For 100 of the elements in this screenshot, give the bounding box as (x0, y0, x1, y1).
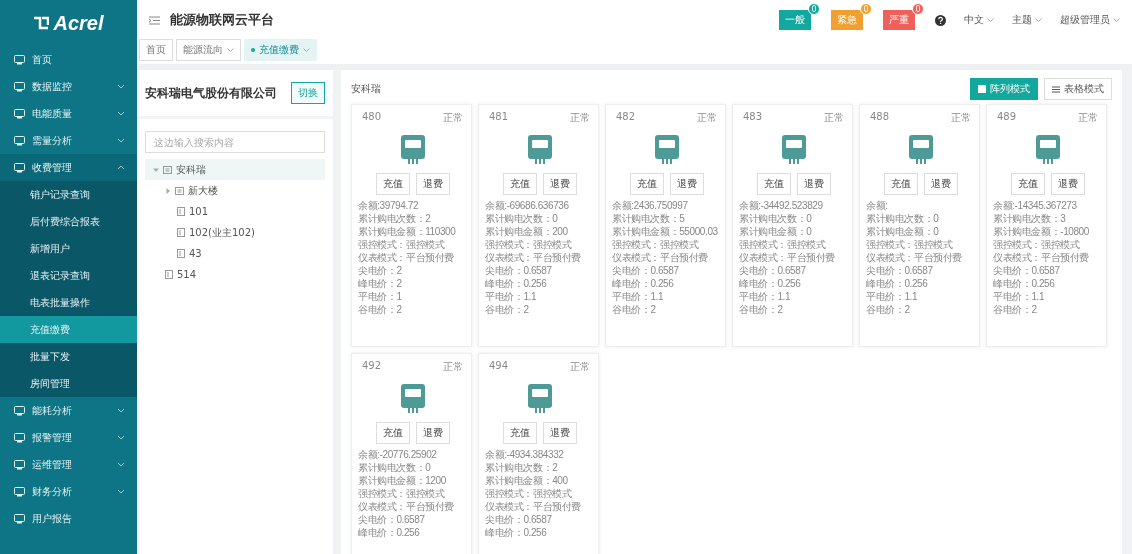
card-button[interactable]: 充值 (1010, 173, 1045, 195)
menu-icon (14, 486, 25, 497)
tree-node[interactable]: 安科瑞 (145, 159, 325, 180)
sidebar-subitem[interactable]: 后付费综合报表 (0, 208, 137, 235)
chevron-icon (117, 462, 125, 467)
sidebar-item[interactable]: 首页 (0, 46, 137, 73)
card-button[interactable]: 充值 (756, 173, 791, 195)
card-button[interactable]: 充值 (629, 173, 664, 195)
meter-detail: 仪表模式：平台预付费 (739, 251, 835, 264)
expand-icon[interactable] (153, 166, 159, 173)
meter-detail: 仪表模式：平台预付费 (485, 500, 581, 513)
sidebar-item[interactable]: 报警管理 (0, 424, 137, 451)
panel-title: 安科瑞 (351, 82, 382, 96)
sidebar-subitem[interactable]: 电表批量操作 (0, 289, 137, 316)
logo: Acrel (0, 0, 137, 46)
menu-toggle-icon[interactable] (149, 15, 160, 25)
sidebar-subitem[interactable]: 房间管理 (0, 370, 137, 397)
menu-icon (14, 81, 25, 92)
meter-detail: 强控模式：强控模式 (612, 238, 699, 251)
card-button[interactable]: 退费 (542, 173, 577, 195)
card-button[interactable]: 退费 (1050, 173, 1085, 195)
header-menu[interactable]: 主题 (1012, 13, 1042, 27)
caret-icon (303, 48, 310, 52)
search-field[interactable]: 这边输入搜索内容 (145, 131, 325, 153)
card-button[interactable]: 退费 (542, 422, 577, 444)
page-tab[interactable]: 能源流向 (176, 39, 241, 61)
sidebar-item[interactable]: 需量分析 (0, 127, 137, 154)
card-button[interactable]: 退费 (796, 173, 831, 195)
tree-node[interactable]: 43 (145, 243, 325, 264)
meter-detail: 累计购电金额：200 (485, 225, 568, 238)
tree-node[interactable]: 新大楼 (145, 180, 325, 201)
sidebar-item[interactable]: 财务分析 (0, 478, 137, 505)
meter-number: 489 (997, 111, 1017, 124)
card-button[interactable]: 充值 (502, 173, 537, 195)
sidebar-item[interactable]: 能耗分析 (0, 397, 137, 424)
tree-node[interactable]: 101 (145, 201, 325, 222)
meter-detail: 强控模式：强控模式 (485, 487, 572, 500)
alert-count: 0 (808, 3, 820, 15)
meter-detail: 峰电价：0.256 (358, 526, 420, 539)
meter-detail: 平电价：1.1 (866, 290, 918, 303)
meter-detail: 仪表模式：平台预付费 (485, 251, 581, 264)
menu-icon (14, 54, 25, 65)
sidebar-subitem[interactable]: 退表记录查询 (0, 262, 137, 289)
meter-detail: 平电价：1 (358, 290, 402, 303)
tree-node[interactable]: 514 (145, 264, 325, 285)
view-mode-button[interactable]: 表格模式 (1044, 78, 1112, 100)
meter-detail: 累计购电金额：0 (866, 225, 939, 238)
meter-icon (400, 135, 425, 165)
alert-count: 0 (860, 3, 872, 15)
caret-icon (227, 48, 234, 52)
card-button[interactable]: 充值 (375, 422, 410, 444)
meter-detail: 尖电价：0.6587 (612, 264, 679, 277)
chevron-icon (117, 111, 125, 116)
sidebar-subitem[interactable]: 销户记录查询 (0, 181, 137, 208)
sidebar-item[interactable]: 数据监控 (0, 73, 137, 100)
help-icon[interactable] (935, 14, 946, 26)
meter-detail: 累计购电金额：-10800 (993, 225, 1089, 238)
sidebar-item[interactable]: 收费管理 (0, 154, 137, 181)
tree-node[interactable]: 102(业主102) (145, 222, 325, 243)
meter-detail: 强控模式：强控模式 (358, 238, 445, 251)
meter-detail: 仪表模式：平台预付费 (612, 251, 708, 264)
meter-icon (527, 135, 552, 165)
meter-detail: 峰电价：0.256 (993, 277, 1055, 290)
card-button[interactable]: 充值 (375, 173, 410, 195)
chevron-icon (117, 408, 125, 413)
meter-detail: 谷电价：2 (866, 303, 910, 316)
meter-detail: 余额:-14345.367273 (993, 199, 1077, 212)
meter-icon (781, 135, 806, 165)
meter-number: 494 (489, 360, 509, 373)
card-button[interactable]: 充值 (502, 422, 537, 444)
meter-detail: 峰电价：2 (358, 277, 402, 290)
card-button[interactable]: 退费 (923, 173, 958, 195)
expand-icon[interactable] (165, 187, 171, 194)
card-button[interactable]: 退费 (415, 422, 450, 444)
meter-detail: 累计购电次数：0 (485, 212, 558, 225)
meter-detail: 谷电价：2 (739, 303, 783, 316)
menu-icon (14, 432, 25, 443)
meter-detail: 累计购电金额：0 (739, 225, 812, 238)
sidebar-item[interactable]: 用户报告 (0, 505, 137, 532)
sidebar-subitem[interactable]: 新增用户 (0, 235, 137, 262)
building-icon (163, 165, 172, 174)
meter-detail: 峰电价：0.256 (866, 277, 928, 290)
card-button[interactable]: 充值 (883, 173, 918, 195)
chevron-icon (117, 138, 125, 143)
meter-detail: 累计购电次数：0 (866, 212, 939, 225)
meter-icon (527, 384, 552, 414)
meter-detail: 累计购电次数：5 (612, 212, 685, 225)
meter-status: 正常 (951, 111, 971, 125)
meter-number: 481 (489, 111, 509, 124)
page-tab[interactable]: 充值缴费 (244, 39, 317, 61)
building-icon (175, 186, 184, 195)
sidebar-item[interactable]: 运维管理 (0, 451, 137, 478)
sidebar-item[interactable]: 电能质量 (0, 100, 137, 127)
meter-detail: 强控模式：强控模式 (866, 238, 953, 251)
header-menu[interactable]: 中文 (964, 13, 994, 27)
sidebar-subitem[interactable]: 批量下发 (0, 343, 137, 370)
header-menu[interactable]: 超级管理员 (1060, 13, 1120, 27)
card-button[interactable]: 退费 (415, 173, 450, 195)
card-button[interactable]: 退费 (669, 173, 704, 195)
page-tab[interactable]: 首页 (139, 39, 173, 61)
